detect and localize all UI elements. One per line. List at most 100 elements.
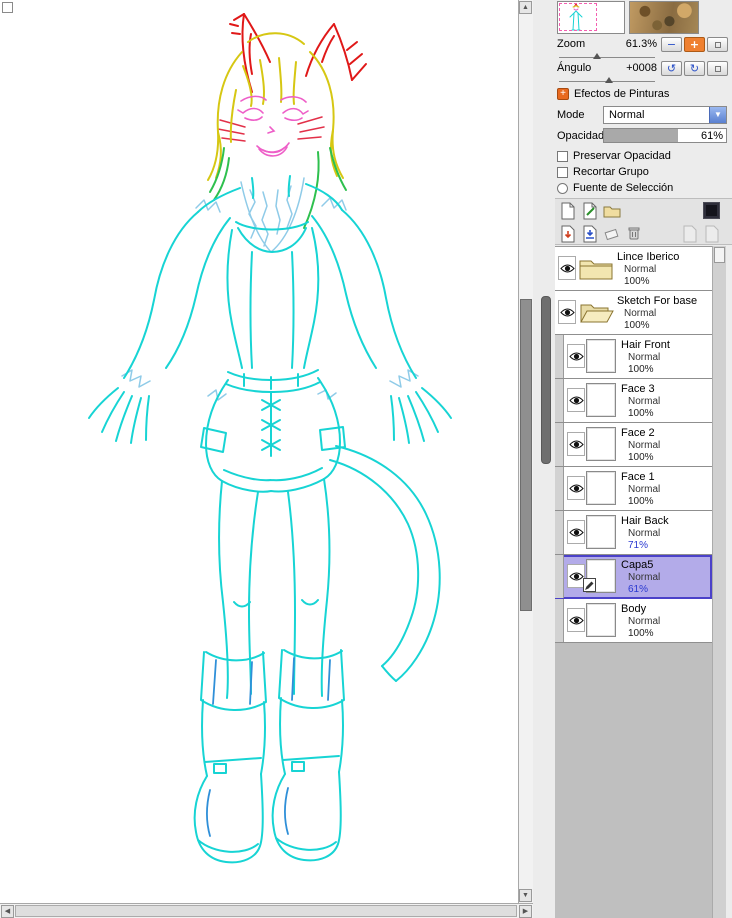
splitter-grip[interactable] [541, 296, 551, 464]
visibility-toggle[interactable] [558, 256, 576, 280]
paint-effects-title: Efectos de Pinturas [574, 88, 670, 100]
layer-opacity: 71% [628, 540, 649, 551]
mask-button-disabled[interactable] [679, 223, 700, 244]
layer-thumbnail[interactable] [586, 471, 616, 505]
right-panel: Zoom 61.3% − + Ángulo +0008 ↺ ↻ + Efecto… [555, 0, 732, 918]
scroll-up-icon[interactable]: ▲ [519, 1, 532, 14]
visibility-toggle[interactable] [567, 388, 585, 412]
editing-pen-badge [583, 578, 596, 592]
angle-slider[interactable] [559, 77, 655, 85]
rotate-ccw-button[interactable]: ↺ [661, 61, 682, 76]
navigator-preview[interactable] [557, 1, 625, 34]
slider-thumb[interactable] [605, 77, 613, 83]
layer-thumbnail[interactable] [586, 339, 616, 373]
merge-down-icon [583, 225, 596, 242]
angle-value: +0008 [626, 62, 657, 74]
clipping-group-checkbox[interactable] [557, 167, 568, 178]
zoom-in-button[interactable]: + [684, 37, 705, 52]
layer-thumbnail[interactable] [586, 383, 616, 417]
visibility-toggle[interactable] [567, 344, 585, 368]
new-folder-button[interactable] [601, 200, 622, 221]
layer-name: Capa5 [621, 559, 654, 571]
zoom-row: Zoom 61.3% − + [557, 37, 730, 52]
layer-row-face-1[interactable]: Face 1 Normal 100% [555, 467, 712, 511]
visibility-toggle[interactable] [567, 432, 585, 456]
layer-list-scrollbar[interactable] [712, 246, 726, 918]
layer-row-hair-back[interactable]: Hair Back Normal 71% [555, 511, 712, 555]
layer-name: Body [621, 603, 647, 615]
layer-mask-toggle-button[interactable] [701, 200, 722, 221]
apply-mask-button-disabled[interactable] [701, 223, 722, 244]
angle-label: Ángulo [557, 62, 592, 74]
layer-opacity: 100% [628, 452, 654, 463]
visibility-toggle[interactable] [567, 476, 585, 500]
eye-icon [568, 396, 584, 404]
layer-thumbnail[interactable] [586, 603, 616, 637]
layer-list-scroll-thumb[interactable] [714, 247, 725, 263]
open-folder-icon [580, 304, 614, 323]
zoom-reset-button[interactable] [707, 37, 728, 52]
layer-row-hair-front[interactable]: Hair Front Normal 100% [555, 335, 712, 379]
layer-opacity: 100% [628, 364, 654, 375]
texture-preview[interactable] [629, 1, 699, 34]
scroll-left-icon[interactable]: ◀ [1, 905, 14, 918]
layer-list: Lince Iberico Normal 100% Sketch For bas… [555, 246, 712, 918]
angle-row: Ángulo +0008 ↺ ↻ [557, 61, 730, 76]
horizontal-scroll-thumb[interactable] [15, 905, 517, 917]
layer-row-lince-iberico[interactable]: Lince Iberico Normal 100% [555, 247, 712, 291]
layer-thumbnail[interactable] [586, 427, 616, 461]
selection-source-radio[interactable] [557, 183, 568, 194]
preserve-opacity-checkbox[interactable] [557, 151, 568, 162]
opacity-fill [604, 129, 679, 142]
visibility-toggle[interactable] [567, 608, 585, 632]
vertical-scroll-thumb[interactable] [520, 299, 532, 611]
layer-name: Hair Back [621, 515, 669, 527]
group-indent [555, 467, 564, 510]
new-linework-layer-button[interactable] [579, 200, 600, 221]
slider-thumb[interactable] [593, 53, 601, 59]
folder-icon [579, 260, 613, 280]
layer-opacity: 100% [628, 496, 654, 507]
canvas-corner-button[interactable] [2, 2, 13, 13]
panel-splitter[interactable] [533, 0, 555, 918]
scroll-right-icon[interactable]: ▶ [519, 905, 532, 918]
eye-icon [559, 264, 575, 272]
canvas-horizontal-scrollbar[interactable]: ◀ ▶ [0, 903, 533, 918]
reset-square-icon [714, 41, 721, 48]
dropdown-arrow-icon[interactable]: ▼ [709, 107, 726, 123]
rotate-cw-button[interactable]: ↻ [684, 61, 705, 76]
layer-row-sketch-for-base[interactable]: Sketch For base Normal 100% [555, 291, 712, 335]
layer-row-body[interactable]: Body Normal 100% [555, 599, 712, 643]
new-layer-button[interactable] [557, 200, 578, 221]
zoom-label: Zoom [557, 38, 586, 50]
delete-layer-button[interactable] [623, 223, 644, 244]
layer-mode: Normal [624, 264, 657, 275]
slider-track [559, 57, 655, 58]
visibility-toggle[interactable] [567, 520, 585, 544]
clipping-group-label: Recortar Grupo [573, 166, 649, 178]
angle-reset-button[interactable] [707, 61, 728, 76]
blend-mode-select[interactable]: Normal ▼ [603, 106, 727, 124]
clear-layer-button[interactable] [601, 223, 622, 244]
layer-mode: Normal [628, 616, 661, 627]
group-indent [555, 423, 564, 466]
layer-thumbnail[interactable] [586, 515, 616, 549]
layer-row-capa5-selected[interactable]: Capa5 Normal 61% [555, 555, 712, 599]
selection-source-label: Fuente de Selección [573, 182, 674, 194]
zoom-value: 61.3% [625, 38, 657, 50]
zoom-out-button[interactable]: − [661, 37, 682, 52]
layer-opacity: 61% [628, 584, 649, 595]
zoom-slider[interactable] [559, 53, 655, 61]
visibility-toggle[interactable] [558, 300, 576, 324]
eye-icon [568, 616, 584, 624]
transfer-down-button[interactable] [557, 223, 578, 244]
canvas-viewport[interactable] [0, 0, 518, 903]
expand-plus-icon[interactable]: + [557, 88, 569, 100]
scroll-down-icon[interactable]: ▼ [519, 889, 532, 902]
pencil-icon [585, 581, 594, 590]
opacity-slider[interactable]: 61% [603, 128, 727, 143]
merge-down-button[interactable] [579, 223, 600, 244]
layer-row-face-2[interactable]: Face 2 Normal 100% [555, 423, 712, 467]
canvas-vertical-scrollbar[interactable]: ▲ ▼ [518, 0, 533, 903]
layer-row-face-3[interactable]: Face 3 Normal 100% [555, 379, 712, 423]
